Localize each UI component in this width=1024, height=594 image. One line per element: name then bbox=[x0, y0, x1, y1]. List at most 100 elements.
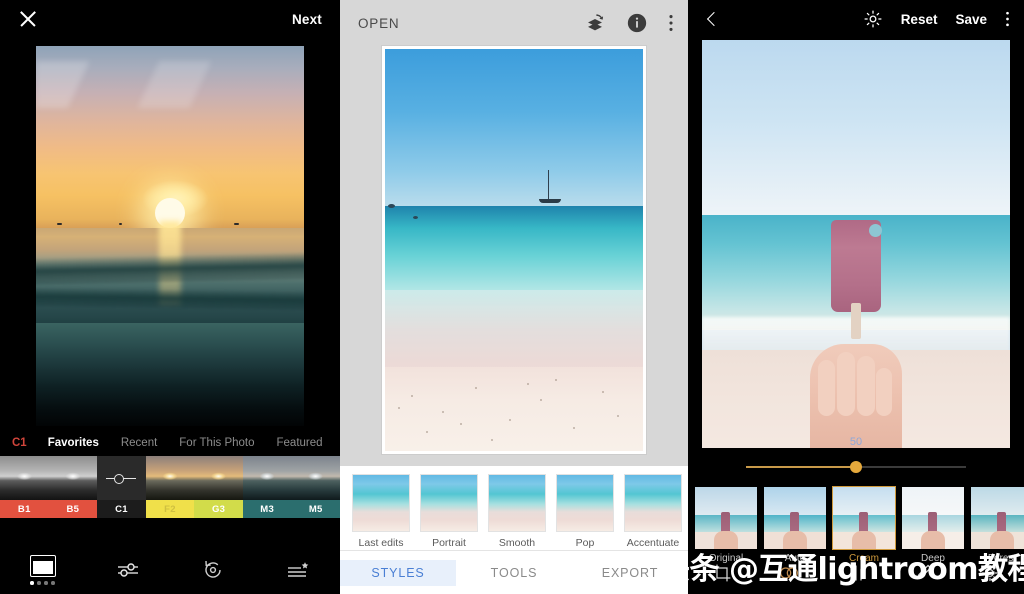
preset-thumb-selected bbox=[97, 456, 146, 500]
popsicle-sky bbox=[702, 40, 1010, 216]
nav-brush[interactable] bbox=[890, 563, 957, 583]
open-button[interactable]: OPEN bbox=[358, 16, 399, 31]
style-card-last-edits[interactable]: Last edits bbox=[352, 474, 410, 549]
preset-thumb bbox=[145, 456, 195, 500]
list-star-icon bbox=[287, 562, 308, 577]
preset-label: B5 bbox=[48, 500, 98, 518]
tab-featured[interactable]: Featured bbox=[266, 437, 334, 449]
tab-c1-badge[interactable]: C1 bbox=[8, 437, 37, 449]
three-panel-screenshot: Next C1 Favorites Recent For This Photo … bbox=[0, 0, 1024, 594]
style-card-pop[interactable]: Pop bbox=[556, 474, 614, 549]
style-label: Accentuate bbox=[626, 537, 680, 549]
slider-adjust-icon bbox=[106, 473, 137, 484]
tab-favorites[interactable]: Favorites bbox=[37, 437, 110, 449]
hand bbox=[810, 344, 902, 448]
chevron-left-icon[interactable] bbox=[704, 10, 722, 28]
preset-thumb bbox=[0, 456, 49, 500]
preset-item-b1[interactable]: B1 bbox=[0, 456, 49, 518]
preset-item-c1[interactable]: C1 bbox=[97, 456, 146, 518]
nav-presets[interactable] bbox=[0, 555, 85, 585]
panel1-topbar: Next bbox=[0, 0, 340, 38]
sea-speck bbox=[387, 203, 395, 208]
nav-filters[interactable] bbox=[755, 563, 822, 583]
filter-thumb bbox=[901, 486, 965, 550]
sparkle-auto-icon[interactable] bbox=[863, 9, 883, 29]
nav-adjust[interactable] bbox=[822, 563, 889, 583]
preset-thumb bbox=[48, 456, 98, 500]
popsicle-stick bbox=[851, 303, 861, 340]
sunset-shore bbox=[36, 323, 304, 426]
slider-value: 50 bbox=[849, 436, 863, 448]
preset-item-m3[interactable]: M3 bbox=[242, 456, 292, 518]
horizon-boat bbox=[119, 222, 123, 225]
presets-icon bbox=[29, 555, 56, 578]
preset-label: C1 bbox=[97, 500, 146, 518]
style-label: Portrait bbox=[432, 537, 466, 549]
filter-thumb-selected bbox=[832, 486, 896, 550]
tab-export[interactable]: EXPORT bbox=[572, 560, 688, 586]
panel2-topbar: OPEN bbox=[340, 0, 688, 46]
page-dots bbox=[30, 581, 55, 585]
brush-icon bbox=[917, 564, 932, 579]
nav-history[interactable] bbox=[170, 559, 255, 581]
style-thumb bbox=[488, 474, 546, 532]
style-card-accentuate[interactable]: Accentuate bbox=[624, 474, 682, 549]
panel3-bottom-nav bbox=[688, 552, 1024, 594]
info-icon[interactable] bbox=[626, 12, 648, 34]
style-card-portrait[interactable]: Portrait bbox=[420, 474, 478, 549]
horizon-boat bbox=[57, 222, 63, 225]
popsicle bbox=[831, 219, 882, 312]
panel3-photo-preview[interactable] bbox=[702, 40, 1010, 448]
tab-recent[interactable]: Recent bbox=[110, 437, 168, 449]
adjust-icon bbox=[850, 565, 862, 581]
more-menu[interactable] bbox=[1005, 9, 1010, 29]
panel1-bottom-nav bbox=[0, 546, 340, 594]
more-vertical-icon bbox=[1006, 11, 1009, 27]
preset-thumb bbox=[242, 456, 292, 500]
history-undo-icon bbox=[204, 560, 221, 578]
preset-label: F2 bbox=[145, 500, 195, 518]
style-carousel[interactable]: Last edits Portrait Smooth Pop Accentuat… bbox=[340, 466, 688, 550]
nav-sliders[interactable] bbox=[85, 559, 170, 581]
panel1-photo-preview[interactable] bbox=[36, 46, 304, 426]
beach-photo bbox=[385, 49, 643, 451]
preset-label: B1 bbox=[0, 500, 49, 518]
tab-styles[interactable]: STYLES bbox=[340, 559, 456, 586]
panel2-tabbar: STYLES TOOLS EXPORT bbox=[340, 550, 688, 594]
slider-knob[interactable] bbox=[850, 461, 862, 473]
sailboat bbox=[535, 169, 566, 203]
save-button[interactable]: Save bbox=[955, 12, 987, 27]
nav-brightness[interactable] bbox=[957, 563, 1024, 583]
panel-snapseed: OPEN Last edits Portrait Smooth Pop Acce… bbox=[340, 0, 688, 594]
preset-item-m5[interactable]: M5 bbox=[291, 456, 341, 518]
tab-for-this-photo[interactable]: For This Photo bbox=[168, 437, 265, 449]
style-thumb bbox=[556, 474, 614, 532]
reset-button[interactable]: Reset bbox=[901, 12, 938, 27]
panel2-photo-preview[interactable] bbox=[382, 46, 646, 454]
preset-thumb bbox=[291, 456, 341, 500]
preset-label: G3 bbox=[194, 500, 243, 518]
brightness-icon bbox=[982, 564, 999, 582]
filter-thumb bbox=[970, 486, 1024, 550]
preset-thumb bbox=[194, 456, 243, 500]
filter-thumb bbox=[694, 486, 758, 550]
close-icon[interactable] bbox=[18, 9, 38, 29]
layers-stack-icon[interactable] bbox=[584, 12, 606, 34]
preset-item-b5[interactable]: B5 bbox=[48, 456, 98, 518]
preset-label: M5 bbox=[291, 500, 341, 518]
preset-item-g3[interactable]: G3 bbox=[194, 456, 243, 518]
preset-item-f2[interactable]: F2 bbox=[145, 456, 195, 518]
nav-crop[interactable] bbox=[688, 563, 755, 583]
more-vertical-icon[interactable] bbox=[668, 12, 674, 34]
tab-tools[interactable]: TOOLS bbox=[456, 560, 572, 586]
preset-label: M3 bbox=[242, 500, 292, 518]
nav-list-star[interactable] bbox=[255, 559, 340, 581]
style-thumb bbox=[624, 474, 682, 532]
style-label: Last edits bbox=[358, 537, 404, 549]
style-card-smooth[interactable]: Smooth bbox=[488, 474, 546, 549]
intensity-slider[interactable]: 50 bbox=[688, 436, 1024, 480]
horizon-boat bbox=[234, 222, 240, 225]
next-button[interactable]: Next bbox=[292, 12, 322, 27]
beach-sky bbox=[385, 49, 643, 206]
panel-lightroom: Next C1 Favorites Recent For This Photo … bbox=[0, 0, 341, 594]
